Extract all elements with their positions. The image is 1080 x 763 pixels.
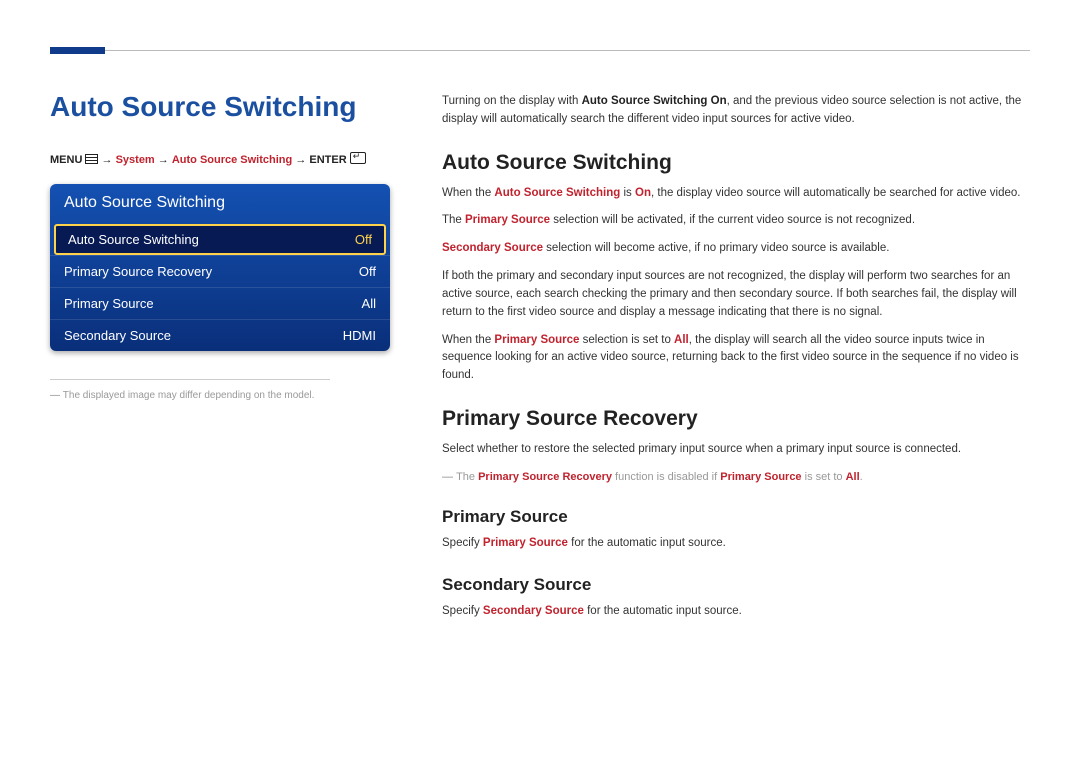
sec3-p1: Specify Primary Source for the automatic… [442,535,1030,553]
breadcrumb-system: System [116,154,155,166]
osd-row-value: Off [355,232,372,247]
breadcrumb: MENU → System → Auto Source Switching → … [50,151,390,166]
page-title: Auto Source Switching [50,91,390,123]
osd-row-label: Auto Source Switching [68,232,199,247]
section-heading-primary-source-recovery: Primary Source Recovery [442,407,1030,431]
breadcrumb-sep: → [295,154,309,166]
sec4-p1: Specify Secondary Source for the automat… [442,603,1030,621]
osd-row-value: Off [359,264,376,279]
enter-icon [350,152,366,164]
sec1-p5: When the Primary Source selection is set… [442,332,1030,385]
osd-row-label: Primary Source [64,296,154,311]
breadcrumb-item: Auto Source Switching [172,154,292,166]
divider [50,379,330,380]
header-rule [50,50,1030,51]
osd-menu-screenshot: Auto Source Switching Auto Source Switch… [50,184,390,351]
intro-paragraph: Turning on the display with Auto Source … [442,93,1030,129]
breadcrumb-enter: ENTER [309,154,346,166]
sec2-p1: Select whether to restore the selected p… [442,441,1030,459]
osd-row-primary-source-recovery: Primary Source Recovery Off [50,255,390,287]
breadcrumb-sep: → [158,154,172,166]
osd-header: Auto Source Switching [50,184,390,224]
osd-row-value: HDMI [343,328,376,343]
sec2-note: ― The Primary Source Recovery function i… [442,469,1030,486]
section-heading-auto-source-switching: Auto Source Switching [442,151,1030,175]
osd-row-auto-source-switching: Auto Source Switching Off [54,224,386,255]
sec1-p2: The Primary Source selection will be act… [442,212,1030,230]
menu-icon [85,154,98,164]
osd-row-label: Secondary Source [64,328,171,343]
sec1-p3: Secondary Source selection will become a… [442,240,1030,258]
breadcrumb-menu: MENU [50,154,82,166]
section-heading-secondary-source: Secondary Source [442,575,1030,595]
osd-row-label: Primary Source Recovery [64,264,212,279]
breadcrumb-sep: → [102,154,116,166]
sec1-p4: If both the primary and secondary input … [442,268,1030,321]
model-disclaimer-text: The displayed image may differ depending… [63,390,315,401]
osd-row-secondary-source: Secondary Source HDMI [50,319,390,351]
osd-row-value: All [362,296,376,311]
section-heading-primary-source: Primary Source [442,507,1030,527]
model-disclaimer: ― The displayed image may differ dependi… [50,390,390,401]
osd-row-primary-source: Primary Source All [50,287,390,319]
sec1-p1: When the Auto Source Switching is On, th… [442,185,1030,203]
